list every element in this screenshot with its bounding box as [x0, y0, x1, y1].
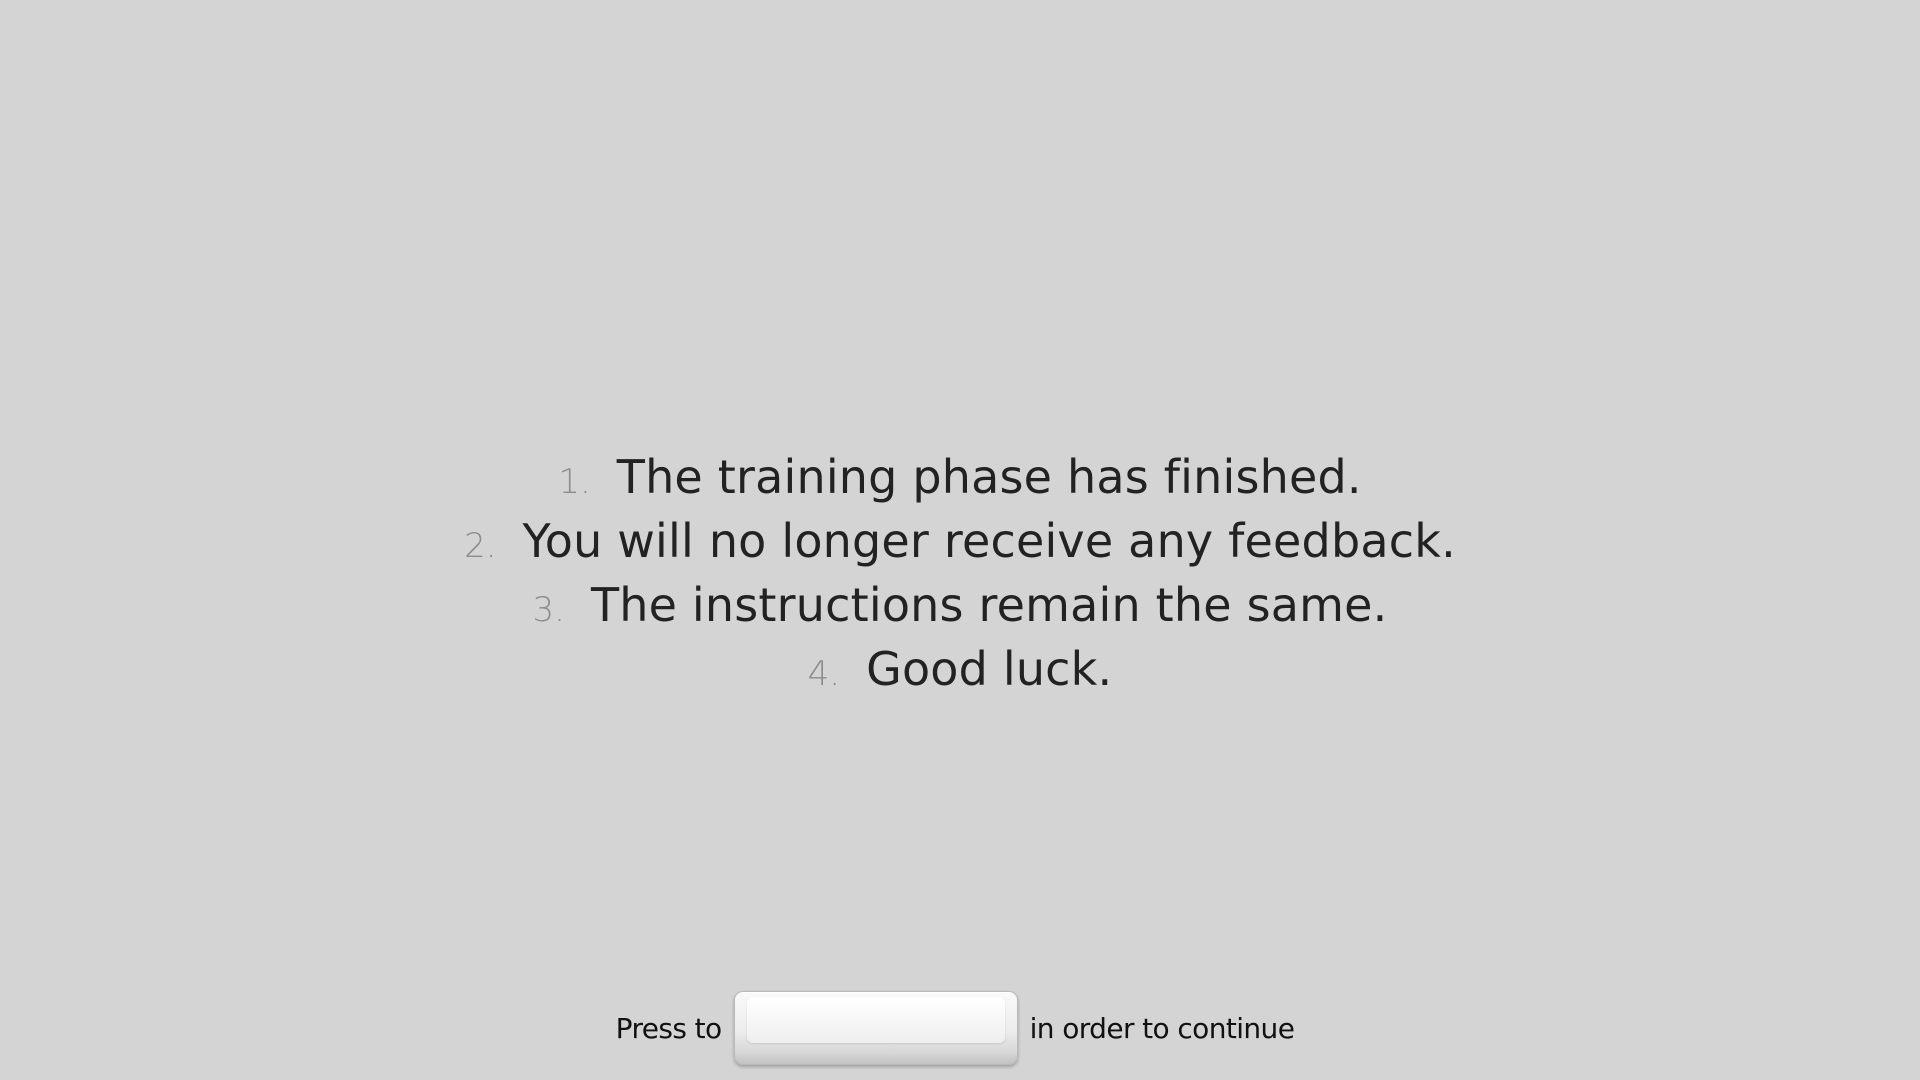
instruction-text: The training phase has finished. [616, 450, 1362, 504]
instruction-item: 4. Good luck. [0, 637, 1920, 701]
spacebar-key-icon[interactable] [733, 991, 1018, 1065]
instruction-number: 4. [807, 654, 841, 694]
continue-prefix-text: Press to [615, 1011, 723, 1045]
instruction-list: 1. The training phase has finished. 2. Y… [0, 445, 1920, 701]
instruction-number: 3. [532, 590, 565, 630]
instruction-text: The instructions remain the same. [590, 578, 1388, 632]
instruction-item: 2. You will no longer receive any feedba… [0, 509, 1920, 573]
instruction-text: You will no longer receive any feedback. [522, 514, 1456, 568]
instruction-number: 2. [464, 526, 497, 566]
continue-prompt: Press to in order to continue [0, 990, 1915, 1066]
instruction-text: Good luck. [866, 642, 1113, 696]
continue-suffix-text: in order to continue [1029, 1011, 1295, 1045]
instruction-item: 3. The instructions remain the same. [0, 573, 1920, 637]
instruction-item: 1. The training phase has finished. [0, 445, 1920, 509]
instruction-number: 1. [558, 462, 591, 502]
